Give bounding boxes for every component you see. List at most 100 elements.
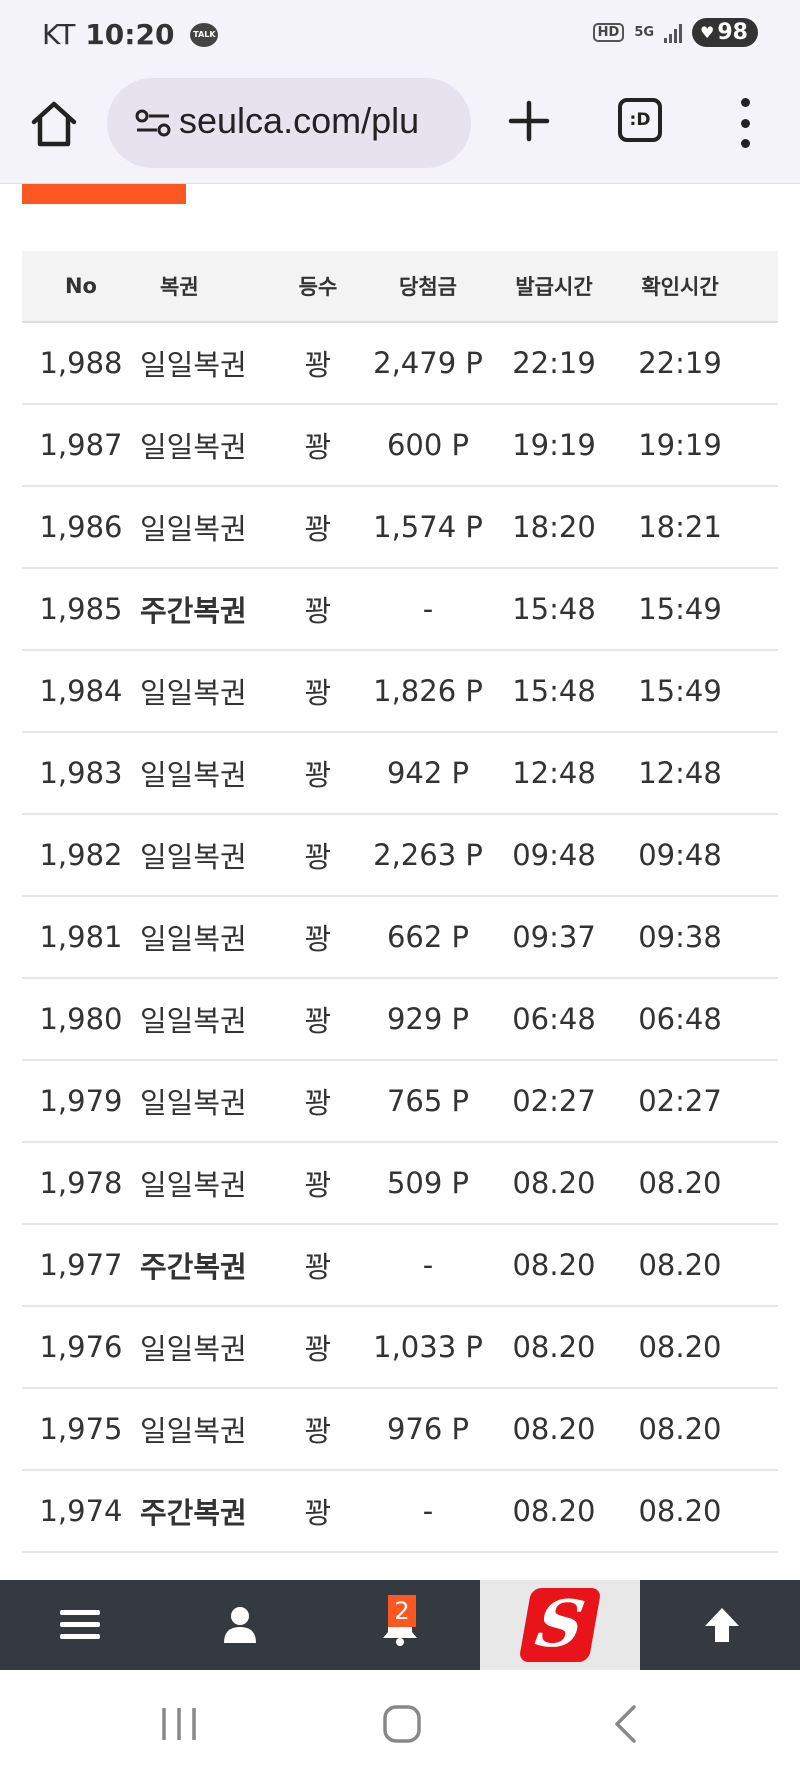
address-bar[interactable]: seulca.com/plu bbox=[107, 78, 471, 168]
cell-type: 주간복권 bbox=[140, 1496, 247, 1530]
cell-prize: 2,479 P bbox=[373, 346, 483, 380]
cell-no: 1,980 bbox=[39, 1002, 123, 1036]
cell-checked: 06:48 bbox=[638, 1002, 722, 1036]
cell-checked: 02:27 bbox=[638, 1084, 722, 1118]
header-type: 복권 bbox=[160, 275, 199, 299]
cell-issued: 15:48 bbox=[512, 674, 596, 708]
table-row: 1,982 일일복권 꽝 2,263 P 09:48 09:48 bbox=[22, 815, 778, 897]
recent-apps-icon[interactable] bbox=[160, 1706, 198, 1742]
cell-issued: 08.20 bbox=[512, 1248, 596, 1282]
table-row: 1,978 일일복권 꽝 509 P 08.20 08.20 bbox=[22, 1143, 778, 1225]
table-row: 1,976 일일복권 꽝 1,033 P 08.20 08.20 bbox=[22, 1307, 778, 1389]
hd-icon: HD bbox=[592, 23, 625, 42]
cell-rank: 꽝 bbox=[304, 1496, 332, 1530]
cell-rank: 꽝 bbox=[304, 1004, 332, 1038]
cell-issued: 22:19 bbox=[512, 346, 596, 380]
cell-no: 1,984 bbox=[39, 674, 123, 708]
cell-rank: 꽝 bbox=[304, 594, 332, 628]
cell-rank: 꽝 bbox=[304, 758, 332, 792]
lottery-history-table: No 복권 등수 당첨금 발급시간 확인시간 1,988 일일복권 꽝 2,479 P… bbox=[22, 251, 778, 1553]
cell-no: 1,976 bbox=[39, 1330, 123, 1364]
table-row: 1,981 일일복권 꽝 662 P 09:37 09:38 bbox=[22, 897, 778, 979]
home-icon[interactable] bbox=[28, 98, 80, 150]
cell-checked: 18:21 bbox=[638, 510, 722, 544]
new-tab-icon[interactable] bbox=[508, 100, 550, 142]
cell-prize: 1,574 P bbox=[373, 510, 483, 544]
table-row: 1,974 주간복권 꽝 - 08.20 08.20 bbox=[22, 1471, 778, 1553]
cell-rank: 꽝 bbox=[304, 1086, 332, 1120]
menu-icon bbox=[60, 1610, 100, 1639]
cell-rank: 꽝 bbox=[304, 1332, 332, 1366]
cell-prize: - bbox=[422, 592, 434, 626]
cell-type: 일일복권 bbox=[140, 1086, 247, 1120]
table-row: 1,977 주간복권 꽝 - 08.20 08.20 bbox=[22, 1225, 778, 1307]
cell-no: 1,978 bbox=[39, 1166, 123, 1200]
url-text[interactable]: seulca.com/plu bbox=[179, 100, 419, 142]
tab-switcher-label: :D bbox=[629, 110, 651, 130]
cell-issued: 09:48 bbox=[512, 838, 596, 872]
user-icon bbox=[224, 1607, 256, 1643]
cell-prize: 2,263 P bbox=[373, 838, 483, 872]
cell-checked: 09:38 bbox=[638, 920, 722, 954]
cell-no: 1,983 bbox=[39, 756, 123, 790]
cell-type: 일일복권 bbox=[140, 840, 247, 874]
table-row: 1,983 일일복권 꽝 942 P 12:48 12:48 bbox=[22, 733, 778, 815]
scroll-top-button[interactable] bbox=[680, 1580, 764, 1670]
cell-rank: 꽝 bbox=[304, 512, 332, 546]
user-button[interactable] bbox=[198, 1580, 282, 1670]
table-row: 1,988 일일복권 꽝 2,479 P 22:19 22:19 bbox=[22, 323, 778, 405]
cell-rank: 꽝 bbox=[304, 676, 332, 710]
cell-checked: 08.20 bbox=[638, 1166, 722, 1200]
cell-rank: 꽝 bbox=[304, 430, 332, 464]
cell-type: 일일복권 bbox=[140, 676, 247, 710]
cell-checked: 08.20 bbox=[638, 1330, 722, 1364]
cell-issued: 08.20 bbox=[512, 1494, 596, 1528]
menu-button[interactable] bbox=[38, 1580, 122, 1670]
site-settings-icon[interactable] bbox=[135, 108, 171, 138]
tab-switcher-button[interactable]: :D bbox=[618, 98, 662, 142]
cell-rank: 꽝 bbox=[304, 1414, 332, 1448]
status-bar: KT 10:20 TALK HD 5G ♥ 98 bbox=[0, 0, 800, 72]
orange-tab-bar[interactable] bbox=[22, 184, 186, 204]
cell-prize: 662 P bbox=[386, 920, 470, 954]
cell-no: 1,988 bbox=[39, 346, 123, 380]
cell-type: 일일복권 bbox=[140, 430, 247, 464]
cell-type: 일일복권 bbox=[140, 922, 247, 956]
header-issued: 발급시간 bbox=[515, 275, 593, 299]
cell-checked: 19:19 bbox=[638, 428, 722, 462]
table-row: 1,980 일일복권 꽝 929 P 06:48 06:48 bbox=[22, 979, 778, 1061]
cell-type: 일일복권 bbox=[140, 758, 247, 792]
cell-checked: 08.20 bbox=[638, 1494, 722, 1528]
cell-prize: - bbox=[422, 1248, 434, 1282]
cell-rank: 꽝 bbox=[304, 1168, 332, 1202]
cell-type: 일일복권 bbox=[140, 348, 247, 382]
cell-no: 1,981 bbox=[39, 920, 123, 954]
notification-badge: 2 bbox=[388, 1595, 416, 1627]
cell-issued: 19:19 bbox=[512, 428, 596, 462]
more-menu-icon[interactable] bbox=[738, 98, 752, 148]
cell-issued: 18:20 bbox=[512, 510, 596, 544]
cell-no: 1,987 bbox=[39, 428, 123, 462]
cell-no: 1,979 bbox=[39, 1084, 123, 1118]
cell-checked: 15:49 bbox=[638, 592, 722, 626]
table-body: 1,988 일일복권 꽝 2,479 P 22:19 22:19 1,987 일일복권 꽝 600… bbox=[22, 323, 778, 1553]
cell-type: 주간복권 bbox=[140, 1250, 247, 1284]
table-header: No 복권 등수 당첨금 발급시간 확인시간 bbox=[22, 251, 778, 323]
cell-checked: 08.20 bbox=[638, 1248, 722, 1282]
cell-type: 일일복권 bbox=[140, 1004, 247, 1038]
table-row: 1,984 일일복권 꽝 1,826 P 15:48 15:49 bbox=[22, 651, 778, 733]
status-right: HD 5G ♥ 98 bbox=[592, 18, 758, 47]
cell-issued: 02:27 bbox=[512, 1084, 596, 1118]
cell-type: 일일복권 bbox=[140, 1168, 247, 1202]
cell-issued: 15:48 bbox=[512, 592, 596, 626]
arrow-up-icon bbox=[705, 1608, 739, 1642]
cell-no: 1,974 bbox=[39, 1494, 123, 1528]
site-logo-button[interactable]: S bbox=[480, 1580, 640, 1670]
signal-icon bbox=[664, 23, 683, 43]
cell-issued: 08.20 bbox=[512, 1412, 596, 1446]
back-icon[interactable] bbox=[612, 1704, 638, 1744]
home-button-icon[interactable] bbox=[382, 1704, 422, 1744]
cell-no: 1,982 bbox=[39, 838, 123, 872]
cell-checked: 08.20 bbox=[638, 1412, 722, 1446]
cell-no: 1,977 bbox=[39, 1248, 123, 1282]
